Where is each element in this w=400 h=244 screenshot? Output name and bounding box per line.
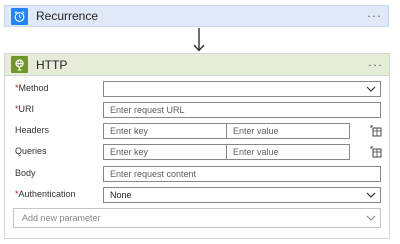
method-row: *Method <box>5 81 389 99</box>
authentication-select[interactable]: None <box>103 187 381 203</box>
body-label: Body <box>15 168 36 178</box>
body-input[interactable]: Enter request content <box>103 166 381 182</box>
chevron-down-icon <box>366 192 376 198</box>
recurrence-card[interactable]: Recurrence ··· <box>4 5 389 27</box>
method-label: *Method <box>15 83 49 93</box>
chevron-down-icon <box>366 86 376 92</box>
alarm-clock-icon <box>11 7 28 25</box>
uri-label: *URI <box>15 104 35 114</box>
authentication-label: *Authentication <box>15 189 76 199</box>
recurrence-more-menu[interactable]: ··· <box>367 8 382 22</box>
http-action-card: HTTP ··· *Method *URI Enter request URL … <box>4 53 390 239</box>
queries-label: Queries <box>15 146 47 156</box>
headers-key-input[interactable]: Enter key <box>103 123 227 139</box>
http-card-header[interactable]: HTTP ··· <box>5 54 389 76</box>
headers-label: Headers <box>15 125 50 135</box>
uri-input[interactable]: Enter request URL <box>103 102 381 118</box>
globe-icon <box>11 56 28 73</box>
queries-row: Queries Enter key Enter value <box>5 144 389 162</box>
method-select[interactable] <box>103 81 381 97</box>
table-switch-icon[interactable] <box>370 125 382 137</box>
queries-key-input[interactable]: Enter key <box>103 144 227 160</box>
http-title: HTTP <box>36 57 68 72</box>
logic-app-designer: Recurrence ··· HTTP ··· *Method *URI Ent… <box>0 0 400 244</box>
body-row: Body Enter request content <box>5 166 389 184</box>
down-arrow-icon <box>193 28 205 52</box>
queries-value-input[interactable]: Enter value <box>226 144 350 160</box>
chevron-down-icon <box>366 215 376 221</box>
headers-row: Headers Enter key Enter value <box>5 123 389 141</box>
uri-row: *URI Enter request URL <box>5 102 389 120</box>
recurrence-title: Recurrence <box>36 9 99 23</box>
http-more-menu[interactable]: ··· <box>368 57 383 71</box>
headers-value-input[interactable]: Enter value <box>226 123 350 139</box>
add-new-parameter-dropdown[interactable]: Add new parameter <box>13 208 381 228</box>
authentication-row: *Authentication None <box>5 187 389 205</box>
table-switch-icon[interactable] <box>370 146 382 158</box>
